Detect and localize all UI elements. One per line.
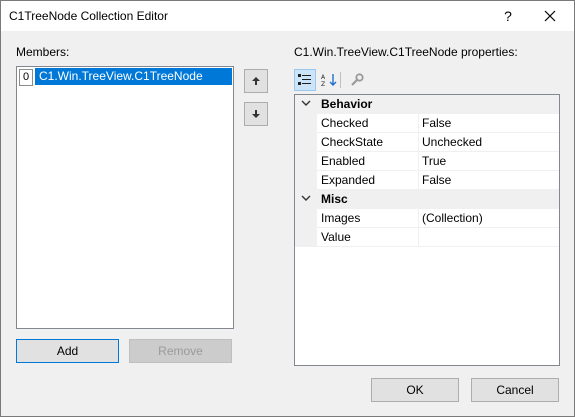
property-row-checked[interactable]: Checked False (295, 114, 559, 133)
ok-button[interactable]: OK (371, 378, 459, 402)
categorized-button[interactable] (294, 69, 316, 91)
category-label: Misc (321, 192, 348, 206)
list-item-index: 0 (19, 69, 33, 86)
arrow-up-icon (252, 77, 260, 85)
row-gutter (295, 114, 317, 133)
row-gutter (295, 171, 317, 190)
row-gutter (295, 152, 317, 171)
title-bar: C1TreeNode Collection Editor ? (1, 1, 574, 31)
category-row-misc[interactable]: Misc (295, 190, 559, 209)
property-name: Images (321, 209, 419, 227)
property-row-enabled[interactable]: Enabled True (295, 152, 559, 171)
category-row-behavior[interactable]: Behavior (295, 95, 559, 114)
wrench-icon (351, 73, 364, 86)
add-button[interactable]: Add (16, 339, 119, 363)
property-name: CheckState (321, 133, 419, 151)
move-down-button[interactable] (244, 102, 268, 126)
property-name: Checked (321, 114, 419, 132)
list-item-label[interactable]: C1.Win.TreeView.C1TreeNode (35, 68, 232, 85)
property-name: Enabled (321, 152, 419, 170)
members-label: Members: (16, 45, 70, 59)
list-item[interactable]: 0 C1.Win.TreeView.C1TreeNode (18, 68, 232, 86)
property-value[interactable]: True (422, 152, 559, 170)
property-pages-button[interactable] (346, 69, 368, 91)
collection-editor-dialog: C1TreeNode Collection Editor ? Members: … (0, 0, 575, 417)
property-row-expanded[interactable]: Expanded False (295, 171, 559, 190)
row-gutter (295, 228, 317, 247)
property-value[interactable] (422, 228, 559, 246)
chevron-down-icon[interactable] (301, 100, 311, 108)
categorized-icon (298, 74, 311, 85)
property-value[interactable]: Unchecked (422, 133, 559, 151)
property-value[interactable]: False (422, 171, 559, 189)
svg-text:Z: Z (321, 81, 325, 87)
property-value[interactable]: (Collection) (422, 209, 559, 227)
property-grid-toolbar: A Z (294, 69, 374, 91)
remove-button[interactable]: Remove (129, 339, 232, 363)
cancel-button[interactable]: Cancel (471, 378, 559, 402)
property-row-value[interactable]: Value (295, 228, 559, 247)
property-row-checkstate[interactable]: CheckState Unchecked (295, 133, 559, 152)
category-label: Behavior (321, 97, 373, 111)
properties-label: C1.Win.TreeView.C1TreeNode properties: (294, 45, 518, 59)
chevron-down-icon[interactable] (301, 195, 311, 203)
window-title: C1TreeNode Collection Editor (9, 9, 168, 23)
row-gutter (295, 133, 317, 152)
property-row-images[interactable]: Images (Collection) (295, 209, 559, 228)
property-grid[interactable]: Behavior Checked False CheckState Unchec… (294, 94, 560, 366)
close-icon (544, 10, 556, 22)
help-button[interactable]: ? (493, 5, 523, 27)
arrow-down-icon (252, 110, 260, 118)
alphabetical-button[interactable]: A Z (318, 69, 340, 91)
row-gutter (295, 209, 317, 228)
members-list[interactable]: 0 C1.Win.TreeView.C1TreeNode (16, 66, 234, 329)
toolbar-separator (340, 72, 341, 88)
property-value[interactable]: False (422, 114, 559, 132)
close-button[interactable] (533, 5, 567, 27)
alphabetical-icon: A Z (321, 74, 337, 87)
property-name: Expanded (321, 171, 419, 189)
svg-text:A: A (321, 74, 326, 81)
property-name: Value (321, 228, 419, 246)
move-up-button[interactable] (244, 69, 268, 93)
